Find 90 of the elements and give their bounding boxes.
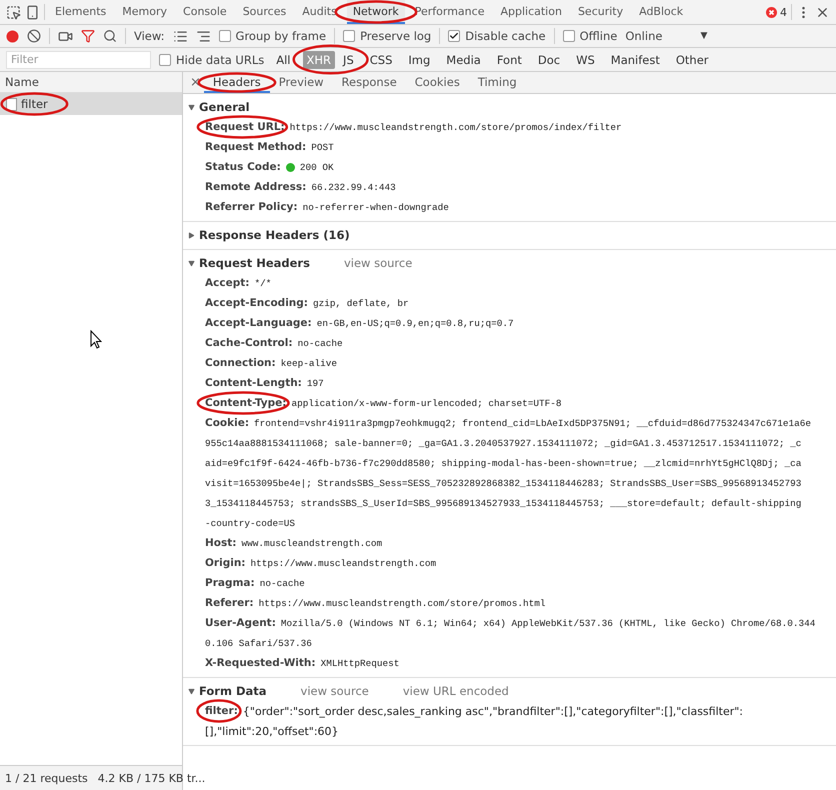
header-name: Remote Address: [205,181,306,193]
header-name: Referrer Policy: [205,201,298,213]
header-value: aid=e9fc1f9f-6424-46fb-b736-f7c290dd8580; shipping-modal-has-been-shown=true; __zlcmid=nrhYt5gHClQ8Dj; _ca [205,458,802,468]
type-filter[interactable]: Manifest [606,50,664,68]
view-source-link[interactable]: view source [300,684,369,698]
header-value: {"order":"sort_order desc,sales_ranking asc","brandfilter":[],"categoryfilter":[],"classfilter": [242,704,744,718]
type-filter[interactable]: Other [672,50,713,68]
header-name: Cache-Control: [205,337,293,349]
view-source-link[interactable]: view source [344,256,412,270]
header-value: -country-code=US [205,518,296,528]
header-name: Content-Type: [205,397,286,409]
header-name: Host: [205,537,236,549]
header-value: */* [254,278,272,288]
header-value: application/x-www-form-urlencoded; charset=UTF-8 [291,398,562,408]
section-title[interactable]: Response Headers (16) [199,228,350,242]
type-filter[interactable]: All [272,50,295,68]
type-filter[interactable]: CSS [366,50,396,68]
type-filter[interactable]: Doc [534,50,564,68]
header-value: 0.106 Safari/537.36 [205,638,312,648]
transfer-size: 4.2 KB / 175 KB tr... [98,772,206,784]
header-value: visit=1653095be4e|; StrandsSBS_Sess=SESS_705232892868382_1534118446283; StrandsSBS_User=SBS_99568913452793 [205,478,802,488]
header-name: Origin: [205,557,246,569]
header-name: Content-Length: [205,377,302,389]
header-value: frontend=vshr4i911ra3pmgp7eohkmugq2; frontend_cid=LbAeIxd5DP375N91; __cfduid=d86d775324347c671e1a6e [254,418,812,428]
option-checkbox[interactable]: Group by frame [218,29,326,43]
filter-field[interactable]: Filter [6,50,151,68]
header-name: X-Requested-With: [205,657,316,669]
panel-tab[interactable]: Security [572,0,630,24]
option-checkbox[interactable]: Offline [562,29,618,43]
header-name: User-Agent: [205,617,276,629]
header-name: Cookie: [205,417,250,429]
header-value: gzip, deflate, br [312,298,409,308]
type-filter[interactable]: Media [442,50,485,68]
header-name: filter: [205,705,238,717]
section-title[interactable]: Request Headers [199,256,310,270]
view-source-link[interactable]: view URL encoded [402,684,509,698]
dropdown-arrow[interactable]: ▼ [700,31,708,41]
detail-tab[interactable]: Response [332,72,406,93]
hide-data-urls-checkbox[interactable]: Hide data URLs [159,52,264,66]
panel-tab[interactable]: Elements [49,0,112,24]
option-checkbox[interactable]: Preserve log [343,29,432,43]
panel-tab[interactable]: Console [177,0,233,24]
header-name: Status Code: [205,161,281,173]
detail-tab[interactable]: Cookies [406,72,469,93]
detail-tab[interactable]: Headers [204,72,270,93]
option-checkbox[interactable]: Disable cache [448,29,546,43]
header-name: Referer: [205,597,254,609]
section-title[interactable]: General [199,100,250,114]
error-counter[interactable]: 4 [766,6,787,18]
header-value: XMLHttpRequest [320,658,400,668]
type-filter[interactable]: Font [492,50,526,68]
header-value: [],"limit":20,"offset":60} [205,724,339,738]
throttle-dropdown[interactable]: Online [625,29,662,43]
view-label: View: [134,29,165,43]
header-value: no-referrer-when-downgrade [302,202,449,212]
header-value: https://www.muscleandstrength.com [250,558,436,568]
column-header[interactable]: Name [5,75,39,89]
header-value: 66.232.99.4:443 [311,182,396,192]
header-value: keep-alive [280,358,337,368]
header-name: Request URL: [205,121,285,133]
request-count: 1 / 21 requests [5,772,88,784]
header-value: https://www.muscleandstrength.com/store/promos.html [258,598,546,608]
type-filter[interactable]: JS [339,50,358,68]
request-row[interactable]: filter [0,93,182,115]
section-title[interactable]: Form Data [199,684,267,698]
panel-tab[interactable]: Application [494,0,568,24]
type-filter[interactable]: Img [404,50,434,68]
type-filter[interactable]: WS [572,50,599,68]
header-value: no-cache [298,338,343,348]
panel-tab[interactable]: AdBlock [633,0,690,24]
header-value: https://www.muscleandstrength.com/store/promos/index/filter [290,122,622,132]
header-value: 197 [306,378,324,388]
detail-tab[interactable]: Preview [270,72,333,93]
header-name: Accept: [205,277,250,289]
header-value: POST [311,142,334,152]
header-name: Accept-Language: [205,317,312,329]
header-value: 200 OK [300,162,334,172]
detail-tab[interactable]: Timing [468,72,526,93]
header-name: Connection: [205,357,276,369]
panel-tab[interactable]: Sources [236,0,292,24]
header-name: Accept-Encoding: [205,297,308,309]
header-value: no-cache [260,578,305,588]
header-name: Pragma: [205,577,255,589]
header-name: Request Method: [205,141,306,153]
header-value: 955c14aa8881534111068; sale-banner=0; _ga=GA1.3.2040537927.1534111072; _gid=GA1.3.453712517.1534111072; _c [205,438,802,448]
header-value: en-GB,en-US;q=0.9,en;q=0.8,ru;q=0.7 [316,318,514,328]
header-value: 3_1534118445753; strandsSBS_S_UserId=SBS_995689134527933_1534118445753; ___store=default; default-shipping [205,498,802,508]
header-value: Mozilla/5.0 (Windows NT 6.1; Win64; x64) AppleWebKit/537.36 (KHTML, like Gecko) Chrome/68.0.344 [280,618,816,628]
header-value: www.muscleandstrength.com [241,538,382,548]
panel-tab[interactable]: Memory [116,0,174,24]
